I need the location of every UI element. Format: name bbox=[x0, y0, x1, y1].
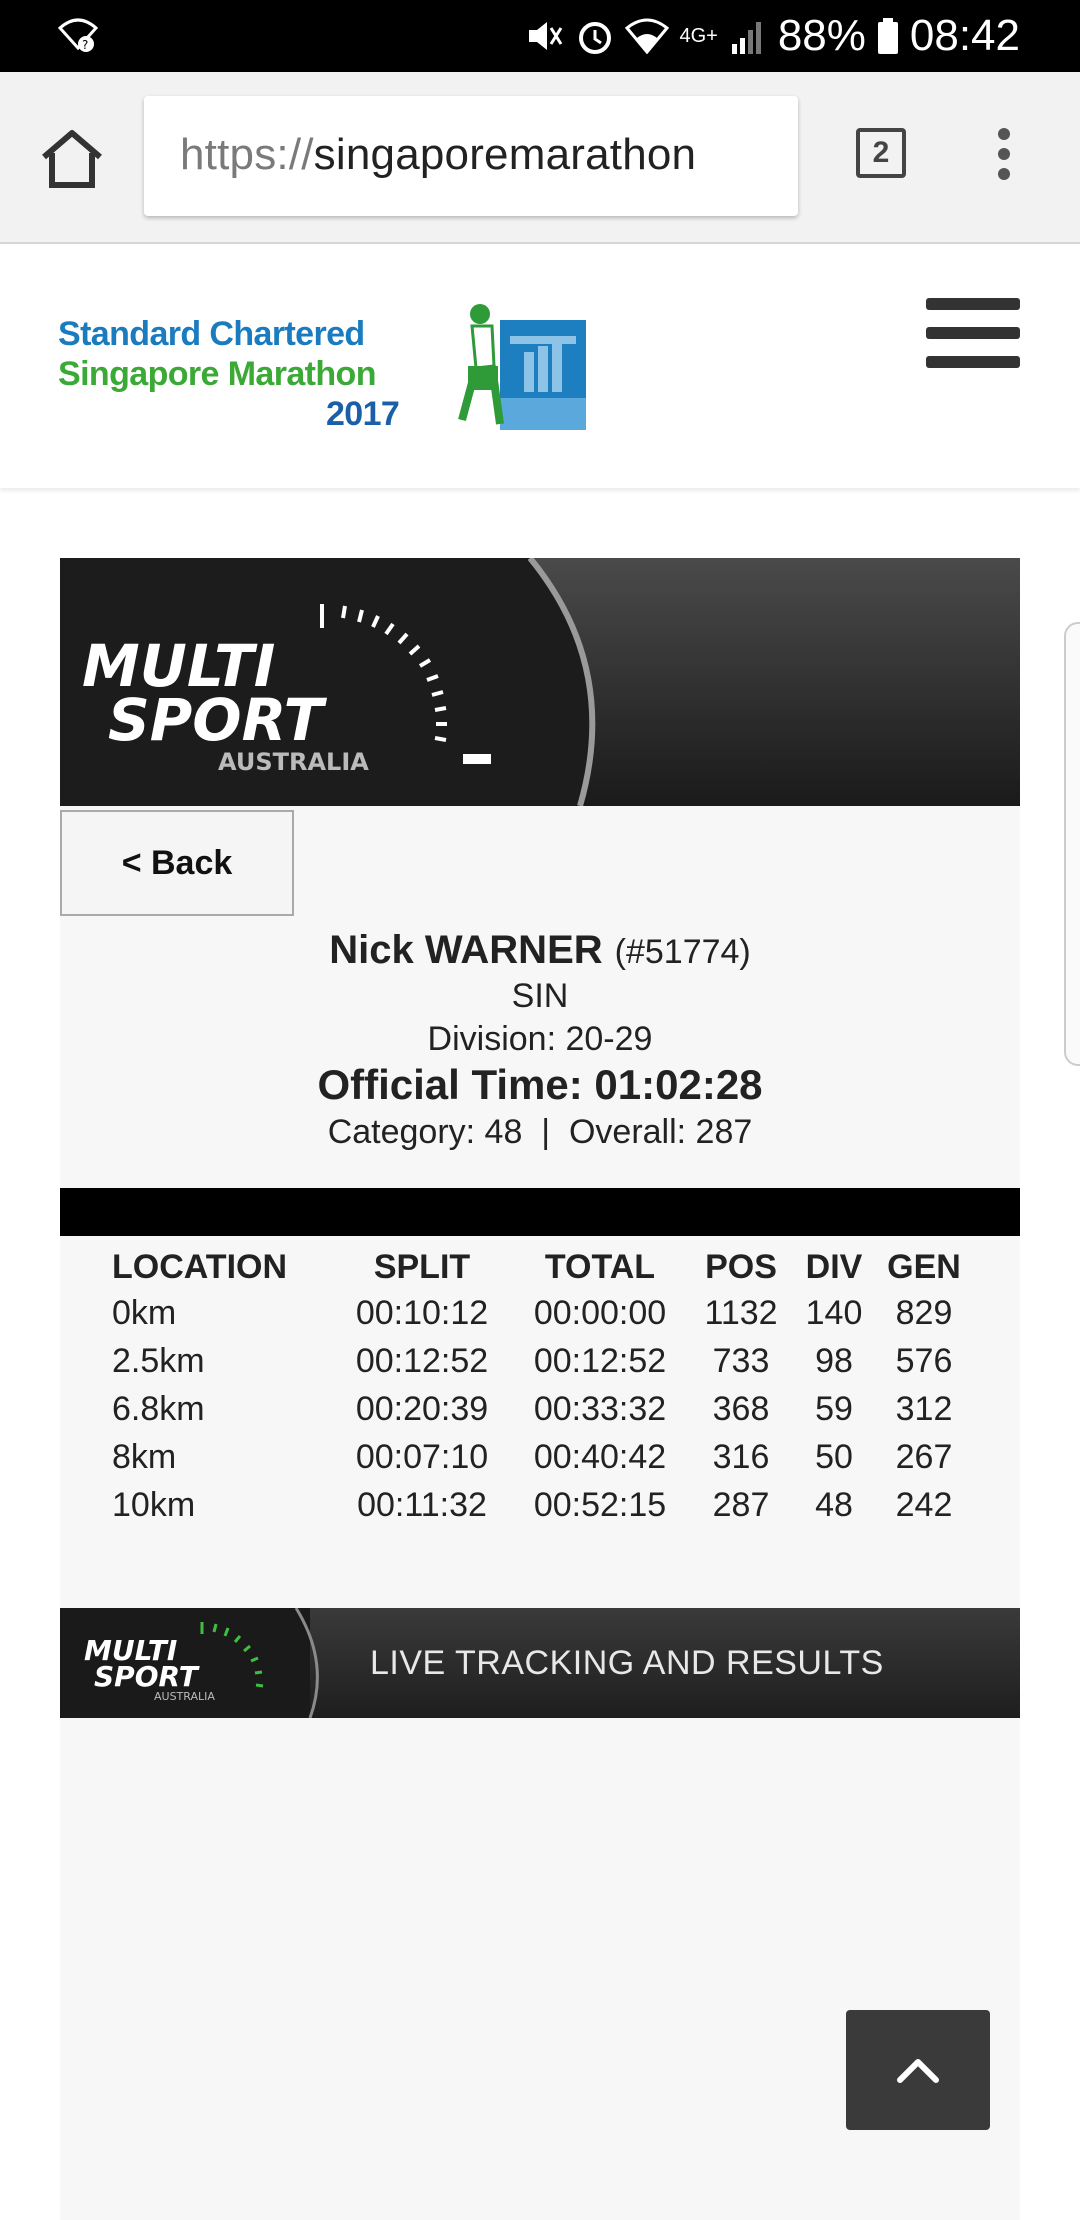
column-header-split: SPLIT bbox=[373, 1248, 471, 1286]
tab-switcher-button[interactable]: 2 bbox=[856, 128, 906, 178]
back-button[interactable]: < Back bbox=[60, 810, 294, 916]
logo-line-1: Standard Chartered bbox=[58, 315, 365, 353]
logo-line-2: Singapore Marathon bbox=[58, 355, 377, 393]
cell-pos: 733 bbox=[712, 1341, 770, 1380]
runner-summary: Nick WARNER (#51774) SIN Division: 20-29 … bbox=[60, 916, 1020, 1152]
scroll-to-top-button[interactable] bbox=[846, 2010, 990, 2130]
address-bar[interactable]: https://singaporemarathon bbox=[144, 96, 798, 216]
status-bar: ? 4G+ 88% 08:42 bbox=[0, 0, 1080, 72]
table-row: 10km 00:11:32 00:52:15 287 48 242 bbox=[104, 1481, 974, 1529]
cell-split: 00:07:10 bbox=[355, 1437, 489, 1476]
column-header-div: DIV bbox=[805, 1248, 863, 1286]
svg-text:AUSTRALIA: AUSTRALIA bbox=[154, 1690, 215, 1703]
hamburger-icon[interactable] bbox=[926, 298, 1020, 378]
official-time: Official Time: 01:02:28 bbox=[317, 1061, 763, 1108]
cell-split: 00:10:12 bbox=[355, 1293, 489, 1332]
url-protocol: https:// bbox=[180, 130, 314, 179]
runner-country: SIN bbox=[511, 977, 569, 1015]
live-tracking-banner[interactable]: MULTI SPORT AUSTRALIA LIVE TRACKING AND … bbox=[60, 1608, 1020, 1718]
live-tracking-text: LIVE TRACKING AND RESULTS bbox=[370, 1644, 884, 1682]
network-type: 4G+ bbox=[679, 25, 718, 47]
signal-icon bbox=[731, 22, 761, 54]
table-row: 8km 00:07:10 00:40:42 316 50 267 bbox=[104, 1433, 974, 1481]
cell-split: 00:11:32 bbox=[357, 1485, 487, 1524]
cell-div: 59 bbox=[815, 1389, 853, 1428]
wifi-icon bbox=[625, 18, 670, 55]
svg-text:?: ? bbox=[82, 38, 88, 52]
multisport-logo-icon: MULTI SPORT AUSTRALIA bbox=[60, 558, 1020, 806]
alarm-icon bbox=[579, 22, 612, 54]
cell-location: 8km bbox=[112, 1437, 177, 1476]
cell-total: 00:12:52 bbox=[533, 1341, 667, 1380]
svg-text:SPORT: SPORT bbox=[108, 686, 328, 754]
table-row: 6.8km 00:20:39 00:33:32 368 59 312 bbox=[104, 1385, 974, 1433]
table-row: 0km 00:10:12 00:00:00 1132 140 829 bbox=[104, 1289, 974, 1337]
chevron-up-icon bbox=[897, 2059, 939, 2083]
table-header-row: LOCATION SPLIT TOTAL POS DIV GEN bbox=[104, 1238, 974, 1289]
results-panel: MULTI SPORT AUSTRALIA < Back Nick WARNER… bbox=[60, 558, 1020, 2220]
cell-gen: 576 bbox=[895, 1341, 953, 1380]
cell-location: 6.8km bbox=[112, 1389, 205, 1428]
cell-location: 10km bbox=[112, 1485, 196, 1524]
site-header: Standard Chartered Singapore Marathon 20… bbox=[0, 244, 1080, 488]
runner-bib: (#51774) bbox=[614, 933, 751, 971]
multisport-banner: MULTI SPORT AUSTRALIA bbox=[60, 558, 1020, 806]
cell-location: 2.5km bbox=[112, 1341, 205, 1380]
category-overall: Category: 48 | Overall: 287 bbox=[327, 1113, 753, 1151]
clock-time: 08:42 bbox=[909, 11, 1020, 60]
cell-gen: 242 bbox=[895, 1485, 953, 1524]
column-header-gen: GEN bbox=[887, 1248, 961, 1286]
mute-icon bbox=[529, 22, 563, 50]
cell-location: 0km bbox=[112, 1293, 177, 1332]
cell-div: 50 bbox=[815, 1437, 853, 1476]
cell-total: 00:00:00 bbox=[533, 1293, 667, 1332]
battery-percent: 88% bbox=[777, 11, 866, 60]
logo-line-3: 2017 bbox=[326, 395, 400, 433]
multisport-small-logo-icon: MULTI SPORT AUSTRALIA bbox=[60, 1608, 319, 1718]
cell-split: 00:20:39 bbox=[355, 1389, 489, 1428]
runner-division: Division: 20-29 bbox=[427, 1020, 653, 1058]
cell-pos: 287 bbox=[712, 1485, 770, 1524]
cell-div: 98 bbox=[815, 1341, 853, 1380]
runner-name-line: Nick WARNER (#51774) bbox=[60, 928, 1020, 973]
cell-pos: 368 bbox=[712, 1389, 770, 1428]
url-text[interactable]: https://singaporemarathon bbox=[180, 130, 696, 180]
more-vert-icon[interactable] bbox=[996, 128, 1012, 188]
divider-bar bbox=[60, 1188, 1020, 1236]
table-row: 2.5km 00:12:52 00:12:52 733 98 576 bbox=[104, 1337, 974, 1385]
column-header-total: TOTAL bbox=[544, 1248, 656, 1286]
browser-toolbar: https://singaporemarathon 2 bbox=[0, 72, 1080, 244]
cell-total: 00:40:42 bbox=[533, 1437, 667, 1476]
cell-gen: 267 bbox=[895, 1437, 953, 1476]
cell-pos: 1132 bbox=[704, 1293, 778, 1332]
cell-div: 48 bbox=[815, 1485, 853, 1524]
battery-icon bbox=[877, 18, 898, 54]
column-header-pos: POS bbox=[705, 1248, 777, 1286]
cell-div: 140 bbox=[805, 1293, 863, 1332]
cell-split: 00:12:52 bbox=[355, 1341, 489, 1380]
svg-text:SPORT: SPORT bbox=[94, 1660, 200, 1693]
marathon-logo-icon[interactable] bbox=[440, 300, 586, 430]
cell-total: 00:52:15 bbox=[533, 1485, 667, 1524]
cell-gen: 312 bbox=[895, 1389, 953, 1428]
cell-pos: 316 bbox=[712, 1437, 770, 1476]
cell-gen: 829 bbox=[895, 1293, 953, 1332]
url-host: singaporemarathon bbox=[313, 130, 697, 179]
splits-table: LOCATION SPLIT TOTAL POS DIV GEN 0km 00:… bbox=[104, 1238, 974, 1529]
home-icon[interactable] bbox=[38, 127, 106, 191]
svg-text:AUSTRALIA: AUSTRALIA bbox=[218, 748, 369, 776]
column-header-location: LOCATION bbox=[112, 1248, 288, 1286]
wifi-question-icon: ? bbox=[58, 18, 98, 52]
runner-name: Nick WARNER bbox=[329, 928, 603, 972]
cell-total: 00:33:32 bbox=[533, 1389, 667, 1428]
event-logo-text[interactable]: Standard Chartered Singapore Marathon 20… bbox=[58, 314, 400, 434]
edge-panel-handle[interactable] bbox=[1064, 622, 1080, 1066]
